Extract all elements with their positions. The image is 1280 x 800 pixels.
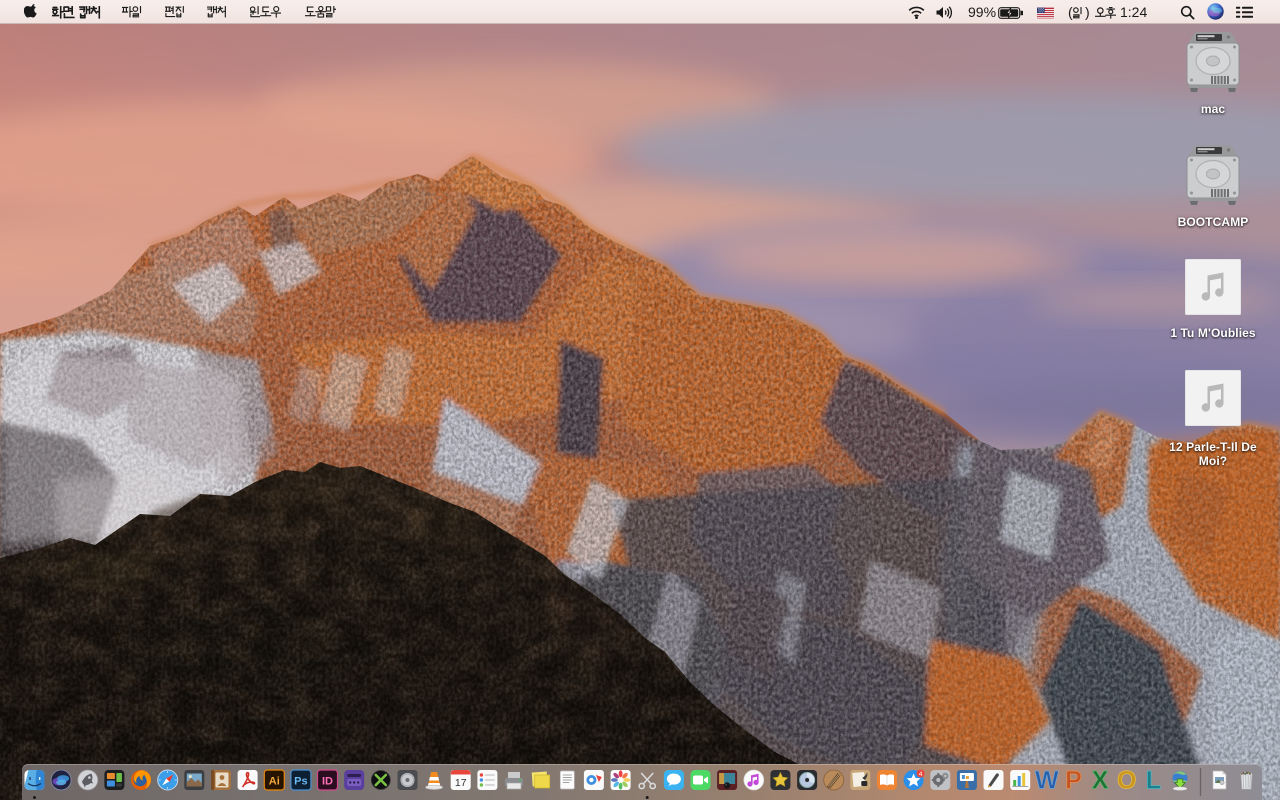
svg-text:P: P (1065, 767, 1082, 795)
svg-text:W: W (1035, 767, 1059, 795)
svg-text:17: 17 (455, 777, 467, 789)
svg-text:Ps: Ps (294, 776, 307, 788)
svg-text:ID: ID (322, 776, 333, 788)
svg-text:X: X (1092, 767, 1109, 795)
svg-text:Ai: Ai (269, 776, 280, 788)
svg-text:L: L (1146, 767, 1161, 795)
svg-text:O: O (1117, 767, 1136, 795)
svg-text:4: 4 (919, 771, 923, 778)
